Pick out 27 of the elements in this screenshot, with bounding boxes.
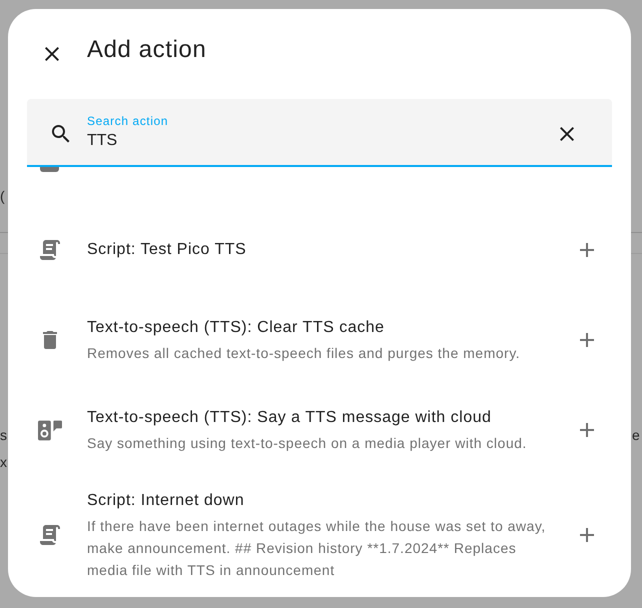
- trash-icon: [43, 331, 57, 349]
- action-title: Script: Internet down: [87, 491, 246, 511]
- plus-icon[interactable]: [580, 243, 594, 257]
- action-description: Say something using text-to-speech on a media player with cloud.: [87, 434, 528, 453]
- search-field[interactable]: Search action TTS: [27, 99, 612, 167]
- action-title: Text-to-speech (TTS): Clear TTS cache: [87, 318, 386, 338]
- plus-icon[interactable]: [580, 423, 594, 437]
- search-label: Search action: [87, 113, 168, 129]
- plus-icon[interactable]: [580, 333, 594, 347]
- search-input[interactable]: TTS: [87, 129, 527, 153]
- action-title: Script: Test Pico TTS: [87, 240, 248, 260]
- close-icon[interactable]: [45, 47, 59, 61]
- page-text-fragment: s: [0, 426, 7, 444]
- plus-icon[interactable]: [580, 528, 594, 542]
- search-icon: [52, 125, 70, 143]
- action-description: If there have been internet outages while the house was set to away, make announcement. ## Revision history **1.7.2024** Replaces media file with TTS in announcement: [87, 517, 547, 580]
- page-text-fragment: x: [0, 453, 7, 471]
- speaker-message-icon: [38, 418, 62, 442]
- scroll-icon: [40, 525, 60, 545]
- scroll-icon: [40, 240, 60, 260]
- page-text-fragment: e: [632, 426, 640, 444]
- clear-icon[interactable]: [560, 127, 574, 141]
- dialog-title: Add action: [87, 35, 206, 65]
- action-description: Removes all cached text-to-speech files and purges the memory.: [87, 344, 522, 363]
- action-title: Text-to-speech (TTS): Say a TTS message with cloud: [87, 408, 492, 428]
- page-text-fragment: (: [0, 187, 5, 205]
- partial-list-icon: [40, 167, 59, 172]
